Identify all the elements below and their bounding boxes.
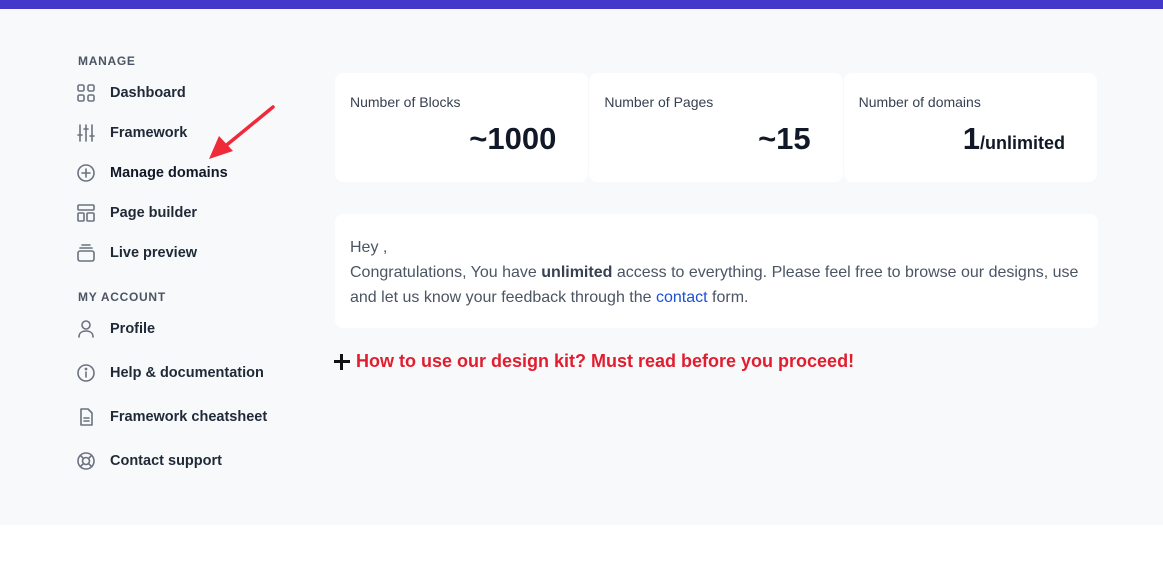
sidebar-item-label: Framework cheatsheet: [110, 409, 268, 425]
top-accent-bar: [0, 0, 1163, 9]
sidebar-item-label: Contact support: [110, 453, 222, 469]
stat-label: Number of Blocks: [350, 94, 461, 110]
guide-toggle[interactable]: How to use our design kit? Must read bef…: [333, 351, 854, 372]
info-circle-icon: [75, 362, 97, 384]
stack-icon: [75, 242, 97, 264]
sidebar-item-live-preview[interactable]: Live preview: [75, 240, 197, 266]
sidebar-item-label: Help & documentation: [110, 365, 264, 381]
stat-card-blocks: Number of Blocks ~1000: [335, 73, 589, 182]
sidebar-item-framework[interactable]: Framework: [75, 120, 187, 146]
sidebar-item-page-builder[interactable]: Page builder: [75, 200, 197, 226]
stat-card-domains: Number of domains 1 /unlimited: [843, 73, 1097, 182]
sidebar-item-label: Manage domains: [110, 165, 228, 181]
stat-value: ~1000: [469, 121, 557, 156]
document-icon: [75, 406, 97, 428]
stat-label: Number of Pages: [604, 94, 714, 110]
sidebar-item-profile[interactable]: Profile: [75, 316, 155, 342]
stat-value-suffix: /unlimited: [979, 133, 1065, 153]
sidebar-item-label: Dashboard: [110, 85, 186, 101]
sidebar-item-label: Live preview: [110, 245, 198, 261]
sidebar-item-framework-cheatsheet[interactable]: Framework cheatsheet: [75, 404, 267, 430]
stat-card-pages: Number of Pages ~15: [589, 73, 843, 182]
welcome-greeting: Hey ,: [350, 239, 388, 256]
stat-value-main: 1: [962, 121, 980, 156]
section-title-my-account: MY ACCOUNT: [78, 290, 166, 304]
welcome-message: Congratulations, You have unlimited acce…: [350, 260, 1083, 310]
sidebar-item-label: Profile: [110, 321, 156, 337]
lifebuoy-icon: [75, 450, 97, 472]
sliders-icon: [75, 122, 97, 144]
annotation-arrow-icon: [209, 105, 275, 159]
sidebar-item-manage-domains[interactable]: Manage domains: [75, 160, 228, 186]
sidebar-item-contact-support[interactable]: Contact support: [75, 448, 222, 474]
main-panel: MANAGE Dashboard Framework Manage domain…: [0, 9, 1163, 525]
grid-icon: [75, 82, 97, 104]
plus-icon: [333, 353, 351, 371]
section-title-manage: MANAGE: [78, 54, 136, 68]
sidebar-item-help-documentation[interactable]: Help & documentation: [75, 360, 264, 386]
guide-link-text: How to use our design kit? Must read bef…: [356, 351, 855, 371]
welcome-text-part: form.: [707, 289, 749, 306]
plus-circle-icon: [75, 162, 97, 184]
stat-value: ~15: [758, 121, 811, 156]
sidebar-item-label: Framework: [110, 125, 188, 141]
stats-row: Number of Blocks ~1000 Number of Pages ~…: [335, 73, 1098, 182]
welcome-text-bold: unlimited: [541, 264, 613, 281]
welcome-text-part: Congratulations, You have: [350, 264, 542, 281]
stat-value: 1 /unlimited: [963, 121, 1065, 157]
sidebar: MANAGE Dashboard Framework Manage domain…: [0, 9, 320, 525]
sidebar-item-dashboard[interactable]: Dashboard: [75, 80, 186, 106]
contact-link[interactable]: contact: [656, 289, 708, 306]
layout-icon: [75, 202, 97, 224]
welcome-card: Hey , Congratulations, You have unlimite…: [335, 214, 1098, 328]
stat-label: Number of domains: [858, 94, 981, 110]
user-icon: [75, 318, 97, 340]
sidebar-item-label: Page builder: [110, 205, 198, 221]
